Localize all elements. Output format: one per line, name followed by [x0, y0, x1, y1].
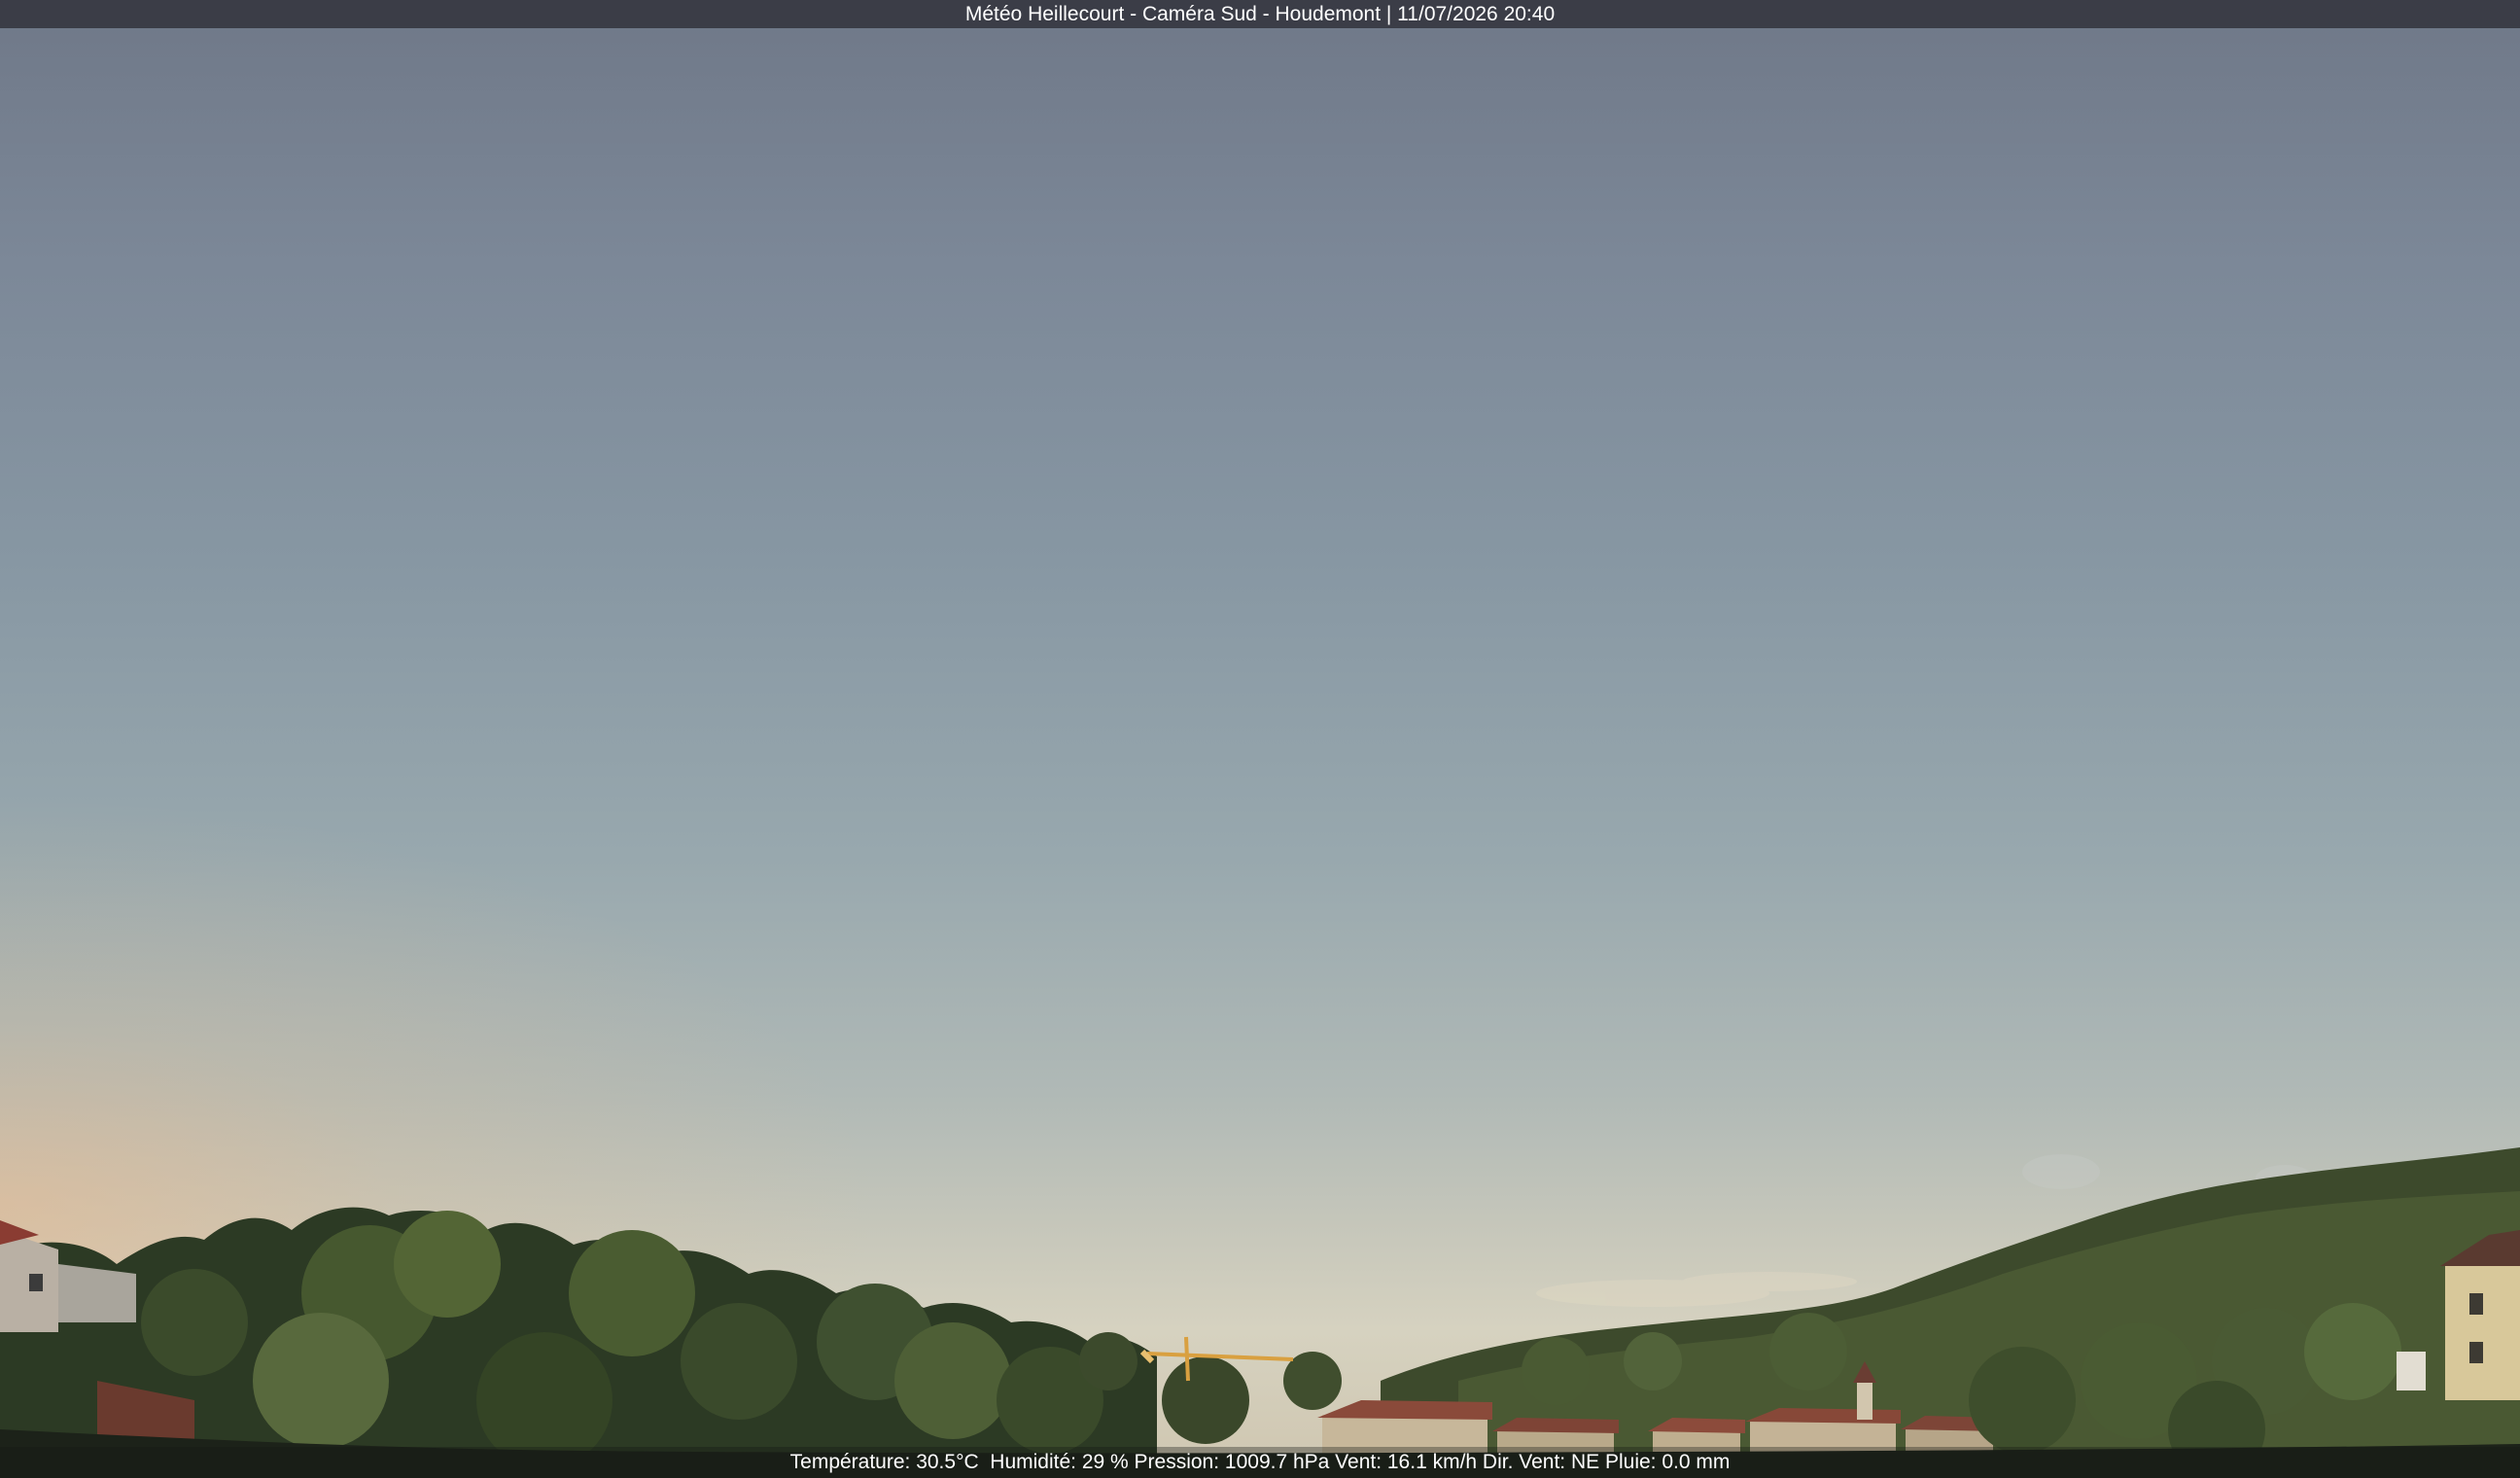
- camera-title-bar: Météo Heillecourt - Caméra Sud - Houdemo…: [0, 0, 2520, 28]
- webcam-frame: Météo Heillecourt - Caméra Sud - Houdemo…: [0, 0, 2520, 1478]
- camera-title: Météo Heillecourt - Caméra Sud - Houdemo…: [964, 2, 1556, 25]
- landscape: [0, 1147, 2520, 1478]
- weather-readings: Température: 30.5°C Humidité: 29 % Press…: [789, 1451, 1731, 1473]
- weather-info-bar: Température: 30.5°C Humidité: 29 % Press…: [0, 1447, 2520, 1478]
